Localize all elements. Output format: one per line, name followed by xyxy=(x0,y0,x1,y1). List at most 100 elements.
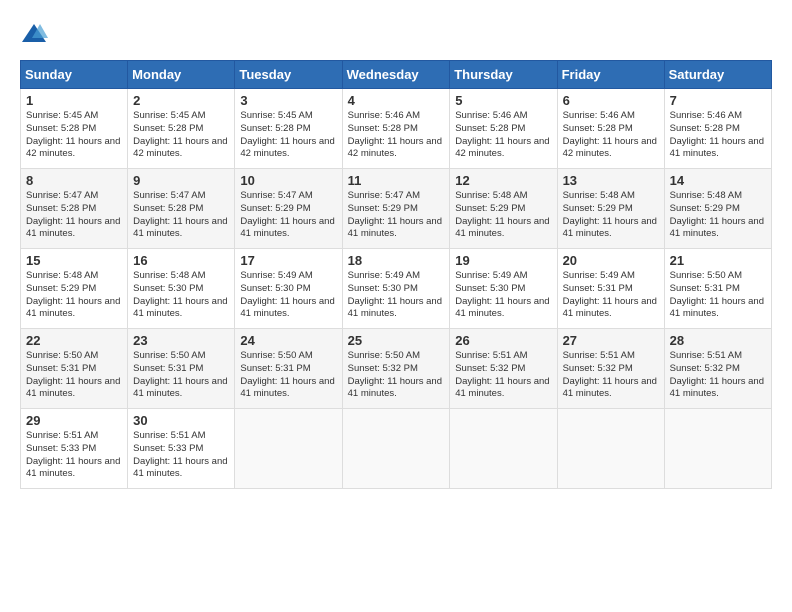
calendar-cell: 5 Sunrise: 5:46 AMSunset: 5:28 PMDayligh… xyxy=(450,89,557,169)
day-header-saturday: Saturday xyxy=(664,61,771,89)
calendar-cell: 4 Sunrise: 5:46 AMSunset: 5:28 PMDayligh… xyxy=(342,89,450,169)
day-number: 5 xyxy=(455,93,551,108)
calendar-cell xyxy=(342,409,450,489)
calendar-cell: 12 Sunrise: 5:48 AMSunset: 5:29 PMDaylig… xyxy=(450,169,557,249)
calendar-cell: 6 Sunrise: 5:46 AMSunset: 5:28 PMDayligh… xyxy=(557,89,664,169)
calendar-cell xyxy=(450,409,557,489)
calendar-cell: 27 Sunrise: 5:51 AMSunset: 5:32 PMDaylig… xyxy=(557,329,664,409)
calendar-cell: 18 Sunrise: 5:49 AMSunset: 5:30 PMDaylig… xyxy=(342,249,450,329)
day-number: 14 xyxy=(670,173,766,188)
day-info: Sunrise: 5:48 AMSunset: 5:29 PMDaylight:… xyxy=(26,270,120,319)
calendar-cell xyxy=(664,409,771,489)
calendar-cell: 22 Sunrise: 5:50 AMSunset: 5:31 PMDaylig… xyxy=(21,329,128,409)
day-number: 25 xyxy=(348,333,445,348)
calendar-cell: 28 Sunrise: 5:51 AMSunset: 5:32 PMDaylig… xyxy=(664,329,771,409)
day-header-tuesday: Tuesday xyxy=(235,61,342,89)
day-number: 2 xyxy=(133,93,229,108)
calendar-cell: 24 Sunrise: 5:50 AMSunset: 5:31 PMDaylig… xyxy=(235,329,342,409)
day-number: 11 xyxy=(348,173,445,188)
day-number: 13 xyxy=(563,173,659,188)
day-info: Sunrise: 5:50 AMSunset: 5:31 PMDaylight:… xyxy=(133,350,227,399)
calendar-week-row: 22 Sunrise: 5:50 AMSunset: 5:31 PMDaylig… xyxy=(21,329,772,409)
calendar-cell: 23 Sunrise: 5:50 AMSunset: 5:31 PMDaylig… xyxy=(128,329,235,409)
calendar-cell: 8 Sunrise: 5:47 AMSunset: 5:28 PMDayligh… xyxy=(21,169,128,249)
day-info: Sunrise: 5:49 AMSunset: 5:30 PMDaylight:… xyxy=(240,270,334,319)
calendar-week-row: 15 Sunrise: 5:48 AMSunset: 5:29 PMDaylig… xyxy=(21,249,772,329)
day-info: Sunrise: 5:50 AMSunset: 5:32 PMDaylight:… xyxy=(348,350,442,399)
calendar-cell: 21 Sunrise: 5:50 AMSunset: 5:31 PMDaylig… xyxy=(664,249,771,329)
day-number: 10 xyxy=(240,173,336,188)
logo-icon xyxy=(20,20,48,48)
day-info: Sunrise: 5:48 AMSunset: 5:30 PMDaylight:… xyxy=(133,270,227,319)
day-info: Sunrise: 5:51 AMSunset: 5:32 PMDaylight:… xyxy=(563,350,657,399)
day-info: Sunrise: 5:51 AMSunset: 5:32 PMDaylight:… xyxy=(670,350,764,399)
day-number: 8 xyxy=(26,173,122,188)
page-header xyxy=(20,20,772,48)
day-number: 9 xyxy=(133,173,229,188)
day-info: Sunrise: 5:50 AMSunset: 5:31 PMDaylight:… xyxy=(26,350,120,399)
day-number: 4 xyxy=(348,93,445,108)
day-header-friday: Friday xyxy=(557,61,664,89)
day-header-thursday: Thursday xyxy=(450,61,557,89)
day-number: 20 xyxy=(563,253,659,268)
day-info: Sunrise: 5:50 AMSunset: 5:31 PMDaylight:… xyxy=(240,350,334,399)
calendar-week-row: 1 Sunrise: 5:45 AMSunset: 5:28 PMDayligh… xyxy=(21,89,772,169)
day-number: 19 xyxy=(455,253,551,268)
day-number: 21 xyxy=(670,253,766,268)
day-number: 1 xyxy=(26,93,122,108)
day-number: 16 xyxy=(133,253,229,268)
calendar-cell: 13 Sunrise: 5:48 AMSunset: 5:29 PMDaylig… xyxy=(557,169,664,249)
day-header-wednesday: Wednesday xyxy=(342,61,450,89)
calendar-cell: 26 Sunrise: 5:51 AMSunset: 5:32 PMDaylig… xyxy=(450,329,557,409)
calendar-cell: 9 Sunrise: 5:47 AMSunset: 5:28 PMDayligh… xyxy=(128,169,235,249)
day-info: Sunrise: 5:45 AMSunset: 5:28 PMDaylight:… xyxy=(26,110,120,159)
day-number: 15 xyxy=(26,253,122,268)
day-number: 3 xyxy=(240,93,336,108)
calendar-cell: 20 Sunrise: 5:49 AMSunset: 5:31 PMDaylig… xyxy=(557,249,664,329)
day-number: 30 xyxy=(133,413,229,428)
day-number: 7 xyxy=(670,93,766,108)
day-info: Sunrise: 5:46 AMSunset: 5:28 PMDaylight:… xyxy=(670,110,764,159)
calendar-header-row: SundayMondayTuesdayWednesdayThursdayFrid… xyxy=(21,61,772,89)
day-number: 23 xyxy=(133,333,229,348)
day-number: 17 xyxy=(240,253,336,268)
calendar-cell: 10 Sunrise: 5:47 AMSunset: 5:29 PMDaylig… xyxy=(235,169,342,249)
day-info: Sunrise: 5:46 AMSunset: 5:28 PMDaylight:… xyxy=(455,110,549,159)
day-info: Sunrise: 5:47 AMSunset: 5:28 PMDaylight:… xyxy=(133,190,227,239)
day-header-monday: Monday xyxy=(128,61,235,89)
day-number: 24 xyxy=(240,333,336,348)
day-info: Sunrise: 5:47 AMSunset: 5:29 PMDaylight:… xyxy=(240,190,334,239)
calendar-cell: 11 Sunrise: 5:47 AMSunset: 5:29 PMDaylig… xyxy=(342,169,450,249)
day-info: Sunrise: 5:48 AMSunset: 5:29 PMDaylight:… xyxy=(670,190,764,239)
day-info: Sunrise: 5:51 AMSunset: 5:32 PMDaylight:… xyxy=(455,350,549,399)
calendar-table: SundayMondayTuesdayWednesdayThursdayFrid… xyxy=(20,60,772,489)
day-info: Sunrise: 5:51 AMSunset: 5:33 PMDaylight:… xyxy=(26,430,120,479)
logo xyxy=(20,20,52,48)
calendar-week-row: 29 Sunrise: 5:51 AMSunset: 5:33 PMDaylig… xyxy=(21,409,772,489)
calendar-week-row: 8 Sunrise: 5:47 AMSunset: 5:28 PMDayligh… xyxy=(21,169,772,249)
calendar-cell: 14 Sunrise: 5:48 AMSunset: 5:29 PMDaylig… xyxy=(664,169,771,249)
calendar-cell: 25 Sunrise: 5:50 AMSunset: 5:32 PMDaylig… xyxy=(342,329,450,409)
day-info: Sunrise: 5:45 AMSunset: 5:28 PMDaylight:… xyxy=(240,110,334,159)
day-info: Sunrise: 5:47 AMSunset: 5:29 PMDaylight:… xyxy=(348,190,442,239)
calendar-cell: 29 Sunrise: 5:51 AMSunset: 5:33 PMDaylig… xyxy=(21,409,128,489)
day-number: 18 xyxy=(348,253,445,268)
calendar-cell xyxy=(557,409,664,489)
day-info: Sunrise: 5:51 AMSunset: 5:33 PMDaylight:… xyxy=(133,430,227,479)
day-info: Sunrise: 5:48 AMSunset: 5:29 PMDaylight:… xyxy=(563,190,657,239)
day-number: 28 xyxy=(670,333,766,348)
day-info: Sunrise: 5:45 AMSunset: 5:28 PMDaylight:… xyxy=(133,110,227,159)
day-number: 29 xyxy=(26,413,122,428)
calendar-cell: 17 Sunrise: 5:49 AMSunset: 5:30 PMDaylig… xyxy=(235,249,342,329)
day-info: Sunrise: 5:49 AMSunset: 5:30 PMDaylight:… xyxy=(348,270,442,319)
day-info: Sunrise: 5:46 AMSunset: 5:28 PMDaylight:… xyxy=(563,110,657,159)
day-info: Sunrise: 5:49 AMSunset: 5:30 PMDaylight:… xyxy=(455,270,549,319)
day-info: Sunrise: 5:46 AMSunset: 5:28 PMDaylight:… xyxy=(348,110,442,159)
day-info: Sunrise: 5:50 AMSunset: 5:31 PMDaylight:… xyxy=(670,270,764,319)
day-number: 26 xyxy=(455,333,551,348)
calendar-cell: 2 Sunrise: 5:45 AMSunset: 5:28 PMDayligh… xyxy=(128,89,235,169)
day-info: Sunrise: 5:48 AMSunset: 5:29 PMDaylight:… xyxy=(455,190,549,239)
calendar-cell: 3 Sunrise: 5:45 AMSunset: 5:28 PMDayligh… xyxy=(235,89,342,169)
calendar-cell: 30 Sunrise: 5:51 AMSunset: 5:33 PMDaylig… xyxy=(128,409,235,489)
calendar-cell: 7 Sunrise: 5:46 AMSunset: 5:28 PMDayligh… xyxy=(664,89,771,169)
